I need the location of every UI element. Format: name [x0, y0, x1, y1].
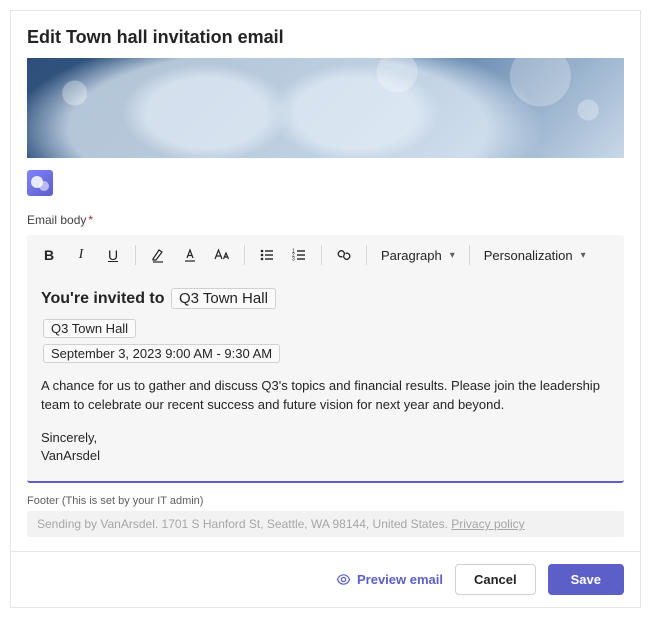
page-title: Edit Town hall invitation email	[27, 27, 624, 48]
banner-image	[27, 58, 624, 158]
edit-invitation-panel: Edit Town hall invitation email Email bo…	[10, 10, 641, 608]
font-color-button[interactable]	[176, 241, 204, 269]
eye-icon	[336, 572, 351, 587]
signature[interactable]: Sincerely, VanArsdel	[41, 429, 610, 465]
svg-text:3: 3	[292, 257, 295, 263]
toolbar-separator	[321, 245, 322, 265]
privacy-policy-link: Privacy policy	[451, 517, 524, 531]
sender-line: VanArsdel	[41, 447, 610, 465]
highlight-color-button[interactable]	[144, 241, 172, 269]
toolbar-separator	[469, 245, 470, 265]
event-name-tag[interactable]: Q3 Town Hall	[43, 319, 136, 338]
numbered-list-button[interactable]: 123	[285, 241, 313, 269]
action-bar: Preview email Cancel Save	[11, 551, 640, 607]
footer-readonly: Sending by VanArsdel. 1701 S Hanford St,…	[27, 511, 624, 537]
bold-button[interactable]: B	[35, 241, 63, 269]
toolbar-separator	[366, 245, 367, 265]
paragraph-dropdown-label: Paragraph	[381, 248, 442, 263]
footer-label: Footer (This is set by your IT admin)	[27, 495, 624, 507]
bulleted-list-button[interactable]	[253, 241, 281, 269]
personalization-dropdown[interactable]: Personalization ▾	[478, 244, 592, 267]
chevron-down-icon: ▾	[450, 250, 455, 261]
editor-toolbar: B I U 123	[27, 235, 624, 276]
required-asterisk: *	[88, 213, 93, 227]
brand-logo-icon	[27, 170, 53, 196]
underline-button[interactable]: U	[99, 241, 127, 269]
email-body-label-text: Email body	[27, 213, 86, 227]
italic-button[interactable]: I	[67, 241, 95, 269]
event-title-chip[interactable]: Q3 Town Hall	[171, 288, 276, 309]
invite-prefix: You're invited to	[41, 290, 165, 307]
preview-email-label: Preview email	[357, 572, 443, 587]
email-body-label: Email body*	[27, 213, 624, 227]
link-button[interactable]	[330, 241, 358, 269]
paragraph-dropdown[interactable]: Paragraph ▾	[375, 244, 461, 267]
email-body-editor: B I U 123	[27, 235, 624, 483]
event-time-tag[interactable]: September 3, 2023 9:00 AM - 9:30 AM	[43, 344, 280, 363]
toolbar-separator	[135, 245, 136, 265]
footer-text: Sending by VanArsdel. 1701 S Hanford St,…	[37, 517, 451, 531]
chevron-down-icon: ▾	[581, 250, 586, 261]
signoff-line: Sincerely,	[41, 429, 610, 447]
preview-email-button[interactable]: Preview email	[336, 572, 443, 587]
save-button[interactable]: Save	[548, 564, 624, 595]
content-area: Edit Town hall invitation email Email bo…	[11, 11, 640, 537]
personalization-dropdown-label: Personalization	[484, 248, 573, 263]
toolbar-separator	[244, 245, 245, 265]
body-paragraph[interactable]: A chance for us to gather and discuss Q3…	[41, 377, 610, 415]
editor-body[interactable]: You're invited to Q3 Town Hall Q3 Town H…	[27, 276, 624, 481]
cancel-button[interactable]: Cancel	[455, 564, 536, 595]
invite-heading: You're invited to Q3 Town Hall	[41, 288, 610, 309]
font-size-button[interactable]	[208, 241, 236, 269]
